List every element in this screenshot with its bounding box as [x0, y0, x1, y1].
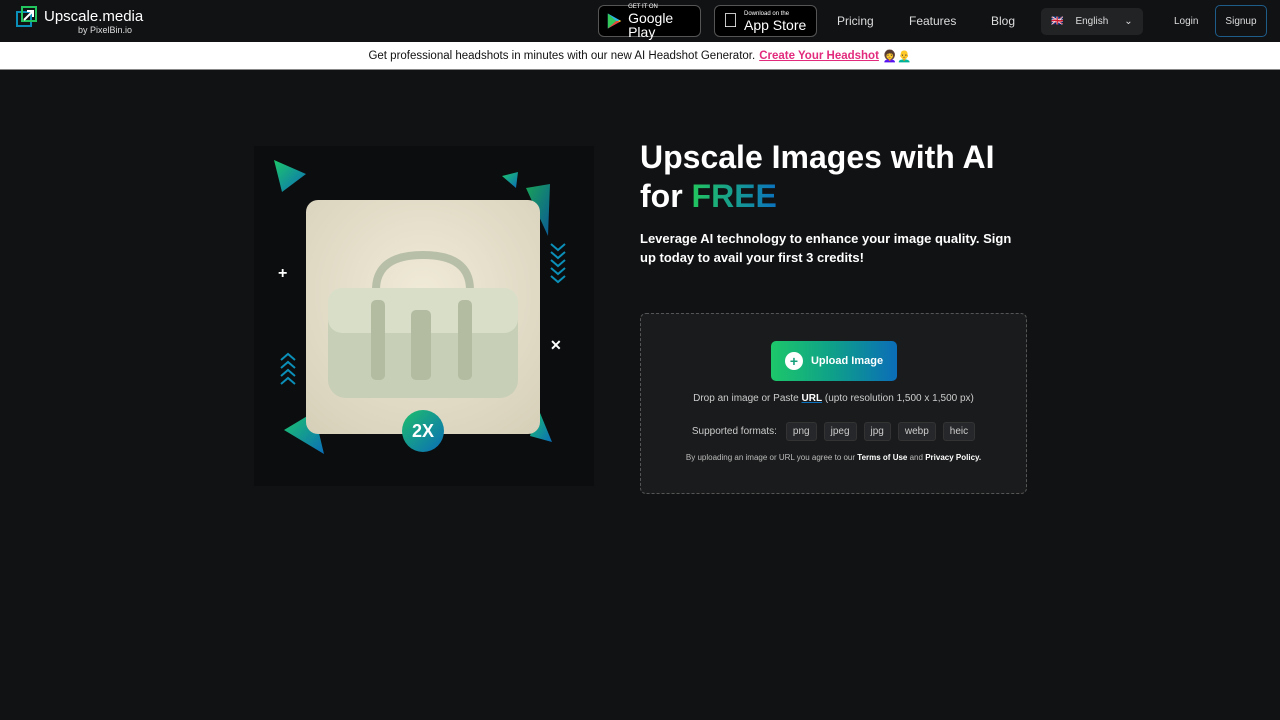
format-chip: jpeg	[823, 422, 857, 441]
format-chip: jpg	[863, 422, 891, 441]
supported-formats: Supported formats: png jpeg jpg webp hei…	[641, 422, 1026, 441]
hero-subtitle: Leverage AI technology to enhance your i…	[640, 231, 1012, 265]
signup-button[interactable]: Signup	[1215, 5, 1267, 37]
app-store-big: App Store	[729, 16, 806, 33]
logo-name: Upscale.media	[44, 8, 144, 25]
hero-image: + ✕ 2X	[254, 146, 594, 486]
format-chip: heic	[942, 422, 976, 441]
top-nav: Upscale.media by PixelBin.io GET IT ON Go…	[0, 0, 1280, 42]
nav-blog[interactable]: Blog	[991, 14, 1015, 28]
svg-text:✕: ✕	[550, 337, 562, 353]
google-play-icon	[607, 13, 622, 29]
chevron-down-icon: ⌄	[1124, 16, 1133, 27]
svg-text:+: +	[278, 265, 287, 282]
app-store-button[interactable]:  Download on theApp Store	[714, 5, 817, 37]
sample-photo	[306, 200, 540, 434]
title-free: FREE	[691, 178, 777, 214]
nav-pricing[interactable]: Pricing	[837, 14, 874, 28]
title-line1: Upscale Images with AI	[640, 139, 995, 175]
upload-image-button[interactable]: + Upload Image	[771, 341, 897, 381]
banner-emoji: 👩‍🦱👨‍🦲	[882, 50, 912, 63]
upload-dropzone[interactable]: + Upload Image Drop an image or Paste UR…	[640, 313, 1027, 494]
format-chip: webp	[897, 422, 936, 441]
legal-and: and	[909, 453, 923, 462]
language-label: English	[1075, 16, 1109, 27]
language-select[interactable]: 🇬🇧 English ⌄	[1041, 8, 1143, 35]
hint-post: (upto resolution 1,500 x 1,500 px)	[824, 393, 974, 404]
drop-hint: Drop an image or Paste URL (upto resolut…	[641, 393, 1026, 404]
title-for: for	[640, 178, 683, 214]
terms-link[interactable]: Terms of Use	[857, 453, 907, 462]
privacy-link[interactable]: Privacy Policy.	[925, 453, 981, 462]
handbag-icon	[328, 250, 518, 398]
formats-label: Supported formats:	[691, 426, 777, 437]
promo-banner: Get professional headshots in minutes wi…	[0, 42, 1280, 70]
create-headshot-link[interactable]: Create Your Headshot	[759, 50, 879, 62]
logo[interactable]: Upscale.media by PixelBin.io	[16, 6, 144, 35]
hint-pre: Drop an image or Paste	[693, 393, 799, 404]
upscale-logo-icon	[16, 6, 37, 27]
upload-button-label: Upload Image	[810, 355, 884, 367]
page-title: Upscale Images with AI for FREE	[640, 138, 994, 216]
logo-by: by PixelBin.io	[78, 25, 133, 35]
nav-features[interactable]: Features	[909, 14, 956, 28]
google-play-big: Google Play	[628, 9, 674, 40]
login-link[interactable]: Login	[1174, 16, 1198, 27]
format-chip: png	[785, 422, 817, 441]
banner-text: Get professional headshots in minutes wi…	[368, 49, 756, 62]
plus-icon: +	[784, 352, 803, 370]
legal-pre: By uploading an image or URL you agree t…	[685, 453, 856, 462]
google-play-button[interactable]: GET IT ON Google Play	[598, 4, 701, 40]
legal-notice: By uploading an image or URL you agree t…	[641, 453, 1026, 462]
2x-badge: 2X	[402, 410, 444, 452]
paste-url-link[interactable]: URL	[802, 393, 823, 404]
uk-flag-icon: 🇬🇧	[1051, 16, 1064, 27]
apple-icon: 	[723, 10, 738, 33]
